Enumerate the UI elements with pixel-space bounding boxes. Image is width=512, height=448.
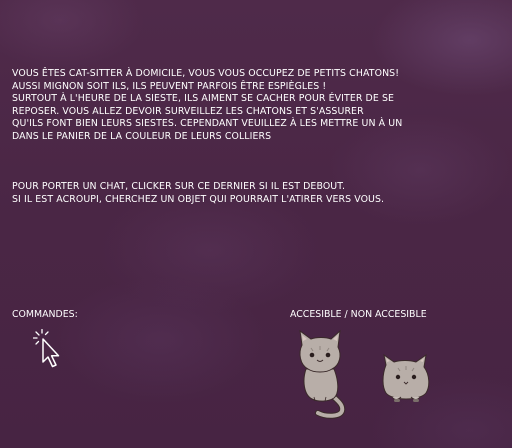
howto-line: SI IL EST ACROUPI, CHERCHEZ UN OBJET QUI… (12, 193, 385, 205)
intro-text: VOUS ÊTES CAT-SITTER À DOMICILE, VOUS VO… (12, 68, 402, 144)
click-cursor-icon (33, 329, 60, 368)
howto-text: POUR PORTER UN CHAT, CLICKER SUR CE DERN… (12, 181, 384, 206)
intro-line: AUSSI MIGNON SOIT ILS, ILS PEUVENT PARFO… (12, 80, 327, 92)
standing-cat-icon (299, 329, 346, 419)
commands-label: COMMANDES: (12, 309, 78, 320)
intro-line: REPOSER. VOUS ALLEZ DEVOIR SURVEILLEZ LE… (12, 105, 364, 117)
accessible-label: ACCESIBLE / NON ACCESIBLE (290, 309, 427, 320)
intro-line: SURTOUT À L'HEURE DE LA SIESTE, ILS AIME… (12, 93, 395, 105)
crouched-cat-icon (382, 353, 430, 402)
intro-line: QU'ILS FONT BIEN LEURS SIESTES. CEPENDAN… (12, 118, 403, 130)
intro-line: DANS LE PANIER DE LA COULEUR DE LEURS CO… (12, 130, 272, 142)
intro-line: VOUS ÊTES CAT-SITTER À DOMICILE, VOUS VO… (12, 68, 400, 79)
howto-line: POUR PORTER UN CHAT, CLICKER SUR CE DERN… (12, 181, 346, 192)
